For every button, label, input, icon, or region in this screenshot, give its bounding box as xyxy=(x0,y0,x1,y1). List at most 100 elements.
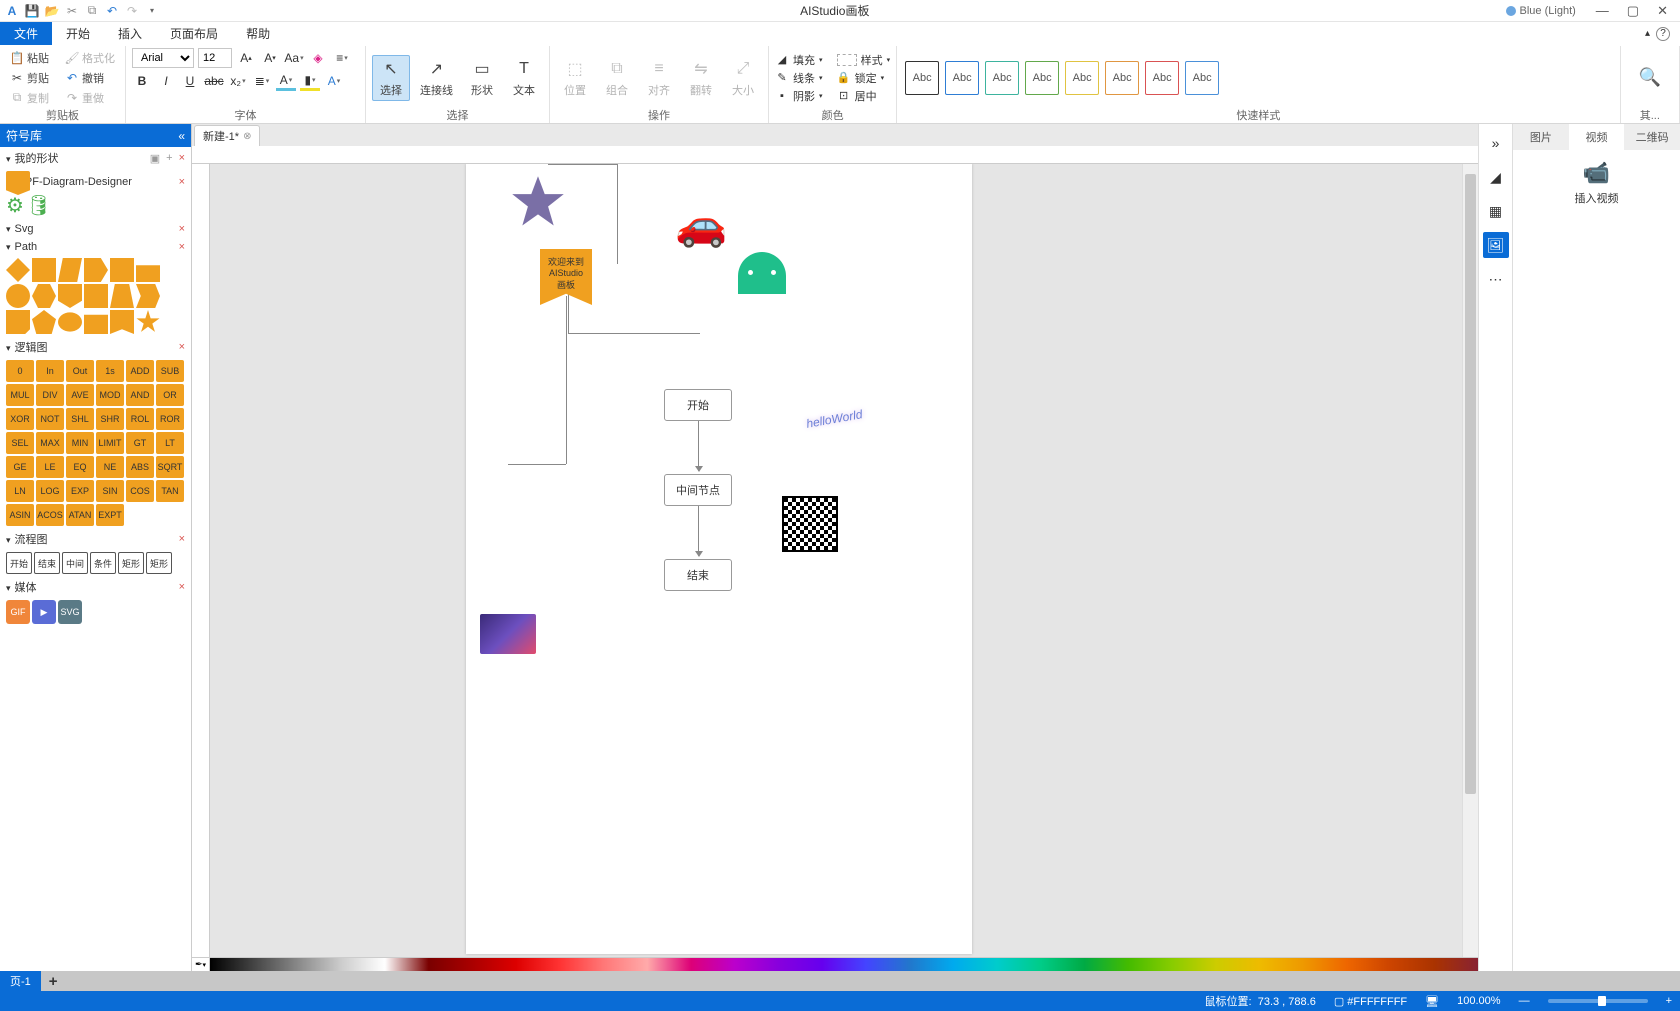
quick-style-7[interactable]: Abc xyxy=(1145,61,1179,95)
highlight-icon[interactable]: ▮▾ xyxy=(300,71,320,91)
quick-style-gallery[interactable]: Abc Abc Abc Abc Abc Abc Abc Abc xyxy=(903,59,1221,97)
add-page-button[interactable]: + xyxy=(41,973,66,990)
close-group-icon[interactable]: × xyxy=(179,533,185,545)
quick-style-5[interactable]: Abc xyxy=(1065,61,1099,95)
close-group-icon[interactable]: × xyxy=(179,581,185,593)
path-shape-item[interactable] xyxy=(84,310,108,334)
group-media-header[interactable]: ▾媒体× xyxy=(0,576,191,598)
italic-icon[interactable]: I xyxy=(156,71,176,91)
cut-icon[interactable]: ✂ xyxy=(64,3,80,19)
logic-op-item[interactable]: XOR xyxy=(6,408,34,430)
close-group-icon[interactable]: × xyxy=(179,176,185,188)
more-tool-icon[interactable]: ⋯ xyxy=(1483,266,1509,292)
group-myshapes-header[interactable]: ▾我的形状▣+× xyxy=(0,147,191,169)
logic-op-item[interactable]: ADD xyxy=(126,360,154,382)
logic-op-item[interactable]: ACOS xyxy=(36,504,64,526)
size-button[interactable]: ⤢大小 xyxy=(724,56,762,100)
cylinder-green-icon[interactable]: 🛢 xyxy=(26,193,51,218)
star-shape[interactable] xyxy=(510,174,566,235)
logic-op-item[interactable]: AND xyxy=(126,384,154,406)
logic-op-item[interactable]: LN xyxy=(6,480,34,502)
tab-video[interactable]: 视频 xyxy=(1569,124,1625,150)
cut-button[interactable]: ✂剪贴 xyxy=(6,69,53,87)
line-color[interactable]: ✎线条▾ 🔒锁定▾ xyxy=(775,70,890,86)
gear-green-icon[interactable]: ⚙ xyxy=(6,193,24,218)
tab-image[interactable]: 图片 xyxy=(1513,124,1569,150)
save-icon[interactable]: 💾 xyxy=(24,3,40,19)
font-shrink-icon[interactable]: A▾ xyxy=(260,48,280,68)
copy-button[interactable]: ⧉复制 xyxy=(6,89,53,107)
search-button[interactable]: 🔍 xyxy=(1627,48,1673,107)
logic-op-item[interactable]: LIMIT xyxy=(96,432,124,454)
font-color-icon[interactable]: A▾ xyxy=(276,71,296,91)
media-item[interactable]: GIF xyxy=(6,600,30,624)
paste-button[interactable]: 📋粘贴 xyxy=(6,49,53,67)
logic-op-item[interactable]: MIN xyxy=(66,432,94,454)
path-shape-item[interactable] xyxy=(32,284,56,308)
quick-style-6[interactable]: Abc xyxy=(1105,61,1139,95)
connector-tool[interactable]: ↗连接线 xyxy=(414,56,459,100)
logic-op-item[interactable]: MAX xyxy=(36,432,64,454)
flow-end-node[interactable]: 结束 xyxy=(664,559,732,591)
menu-layout[interactable]: 页面布局 xyxy=(156,22,232,45)
shape-tool[interactable]: ▭形状 xyxy=(463,56,501,100)
image-tool-icon[interactable]: 🖼 xyxy=(1483,232,1509,258)
zoom-out-button[interactable]: — xyxy=(1519,995,1530,1007)
eyedropper-icon[interactable]: ✒▾ xyxy=(192,958,210,971)
logic-op-item[interactable]: SHL xyxy=(66,408,94,430)
close-group-icon[interactable]: × xyxy=(179,223,185,235)
logic-op-item[interactable]: 1s xyxy=(96,360,124,382)
logic-op-item[interactable]: ASIN xyxy=(6,504,34,526)
bold-icon[interactable]: B xyxy=(132,71,152,91)
undo-icon[interactable]: ↶ xyxy=(104,3,120,19)
path-shape-item[interactable] xyxy=(84,284,108,308)
flow-shape-item[interactable]: 矩形 xyxy=(118,552,144,574)
path-shape-item[interactable] xyxy=(110,258,134,282)
flow-shape-item[interactable]: 中间 xyxy=(62,552,88,574)
undo-button[interactable]: ↶撤销 xyxy=(61,69,108,87)
path-shape-item[interactable] xyxy=(6,310,30,334)
redo-button[interactable]: ↷重做 xyxy=(61,89,108,107)
car-shape[interactable]: 🚗 xyxy=(675,204,727,246)
video-icon[interactable]: 📹 xyxy=(1523,160,1670,186)
quick-style-2[interactable]: Abc xyxy=(945,61,979,95)
group-svg-header[interactable]: ▾Svg× xyxy=(0,220,191,238)
fill-tool-icon[interactable]: ◢ xyxy=(1483,164,1509,190)
canvas-viewport[interactable]: 欢迎来到 AIStudio 画板 🚗 开始 中间节点 结束 helloWorld xyxy=(210,164,1462,957)
logic-op-item[interactable]: SIN xyxy=(96,480,124,502)
logic-op-item[interactable]: GE xyxy=(6,456,34,478)
path-shape-item[interactable] xyxy=(58,284,82,308)
flip-button[interactable]: ⇋翻转 xyxy=(682,56,720,100)
flow-shape-item[interactable]: 结束 xyxy=(34,552,60,574)
logic-op-item[interactable]: DIV xyxy=(36,384,64,406)
font-grow-icon[interactable]: A▴ xyxy=(236,48,256,68)
shadow-color[interactable]: ▪阴影▾ ⊡居中 xyxy=(775,88,890,104)
case-icon[interactable]: Aa▾ xyxy=(284,48,304,68)
path-shape-item[interactable] xyxy=(84,258,108,282)
logic-op-item[interactable]: COS xyxy=(126,480,154,502)
position-button[interactable]: ⬚位置 xyxy=(556,56,594,100)
path-shape-item[interactable] xyxy=(136,258,160,282)
logic-op-item[interactable]: EXP xyxy=(66,480,94,502)
select-tool[interactable]: ↖选择 xyxy=(372,55,410,101)
page-tab-1[interactable]: 页-1 xyxy=(0,971,41,991)
font-family-select[interactable]: Arial xyxy=(132,48,194,68)
quick-dropdown-icon[interactable]: ▾ xyxy=(144,3,160,19)
quick-style-4[interactable]: Abc xyxy=(1025,61,1059,95)
logic-op-item[interactable]: EQ xyxy=(66,456,94,478)
expand-panel-icon[interactable]: » xyxy=(1483,130,1509,156)
logic-op-item[interactable]: AVE xyxy=(66,384,94,406)
group-logic-header[interactable]: ▾逻辑图× xyxy=(0,336,191,358)
flow-arrow[interactable] xyxy=(698,506,699,556)
path-shape-item[interactable] xyxy=(6,258,30,282)
path-shape-item[interactable] xyxy=(58,310,82,334)
qr-code-shape[interactable] xyxy=(782,496,838,552)
logic-op-item[interactable]: NE xyxy=(96,456,124,478)
connector-line[interactable] xyxy=(508,464,566,465)
flow-start-node[interactable]: 开始 xyxy=(664,389,732,421)
logic-op-item[interactable]: LT xyxy=(156,432,184,454)
ribbon-collapse[interactable]: ▴? xyxy=(1645,22,1680,45)
logic-op-item[interactable]: SQRT xyxy=(156,456,184,478)
logic-op-item[interactable]: ROL xyxy=(126,408,154,430)
quick-style-1[interactable]: Abc xyxy=(905,61,939,95)
